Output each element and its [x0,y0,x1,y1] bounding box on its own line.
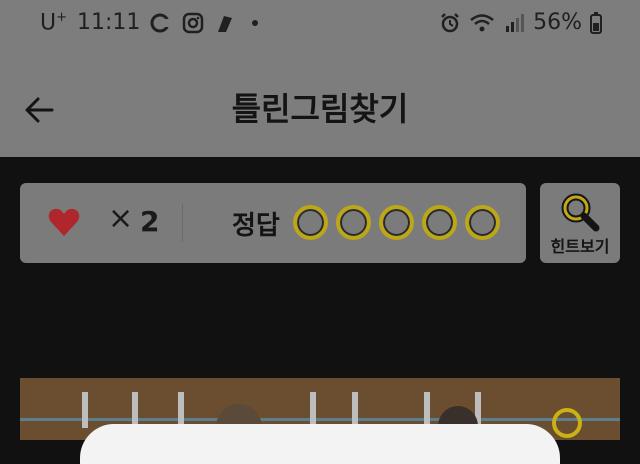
puzzle-pin [424,392,430,428]
battery-icon [590,11,602,34]
divider [182,204,183,242]
answer-slot [422,205,457,240]
clock: 11:11 [77,10,141,36]
lives-count: 2 [140,205,160,238]
status-bar: U+ 11:11 56% [0,0,640,52]
signal-icon [506,13,525,32]
found-marker [552,408,582,438]
answer-slot [293,205,328,240]
puzzle-pin [310,392,316,428]
puzzle-pin [352,392,358,428]
app-header: 틀린그림찾기 [0,52,640,157]
magnifier-icon [561,193,600,232]
game-status-card: × 2 정답 [20,183,526,263]
page-title: 틀린그림찾기 [231,90,409,128]
game-notification-icon [218,15,233,32]
puzzle-pin [178,392,184,428]
answer-slot [379,205,414,240]
carrier-label: U+ [40,10,68,36]
app-notification-icon [150,13,171,33]
answer-label: 정답 [232,211,280,241]
puzzle-pin [132,392,138,428]
answer-slots [293,205,500,240]
puzzle-rope [20,418,620,421]
hint-button[interactable]: 힌트보기 [540,183,620,263]
alarm-icon [441,12,459,32]
answer-slot [336,205,371,240]
answer-slot [465,205,500,240]
puzzle-pin [82,392,88,428]
instagram-icon [183,12,204,33]
more-notifications-dot [252,19,259,26]
multiply-sign: × [108,201,134,236]
bottom-sheet [80,424,560,464]
top-area: U+ 11:11 56% 틀린그림찾기 [0,0,640,157]
hint-label: 힌트보기 [550,237,610,256]
battery-percent: 56% [533,10,582,35]
wifi-icon [470,13,494,31]
heart-icon [48,208,80,236]
